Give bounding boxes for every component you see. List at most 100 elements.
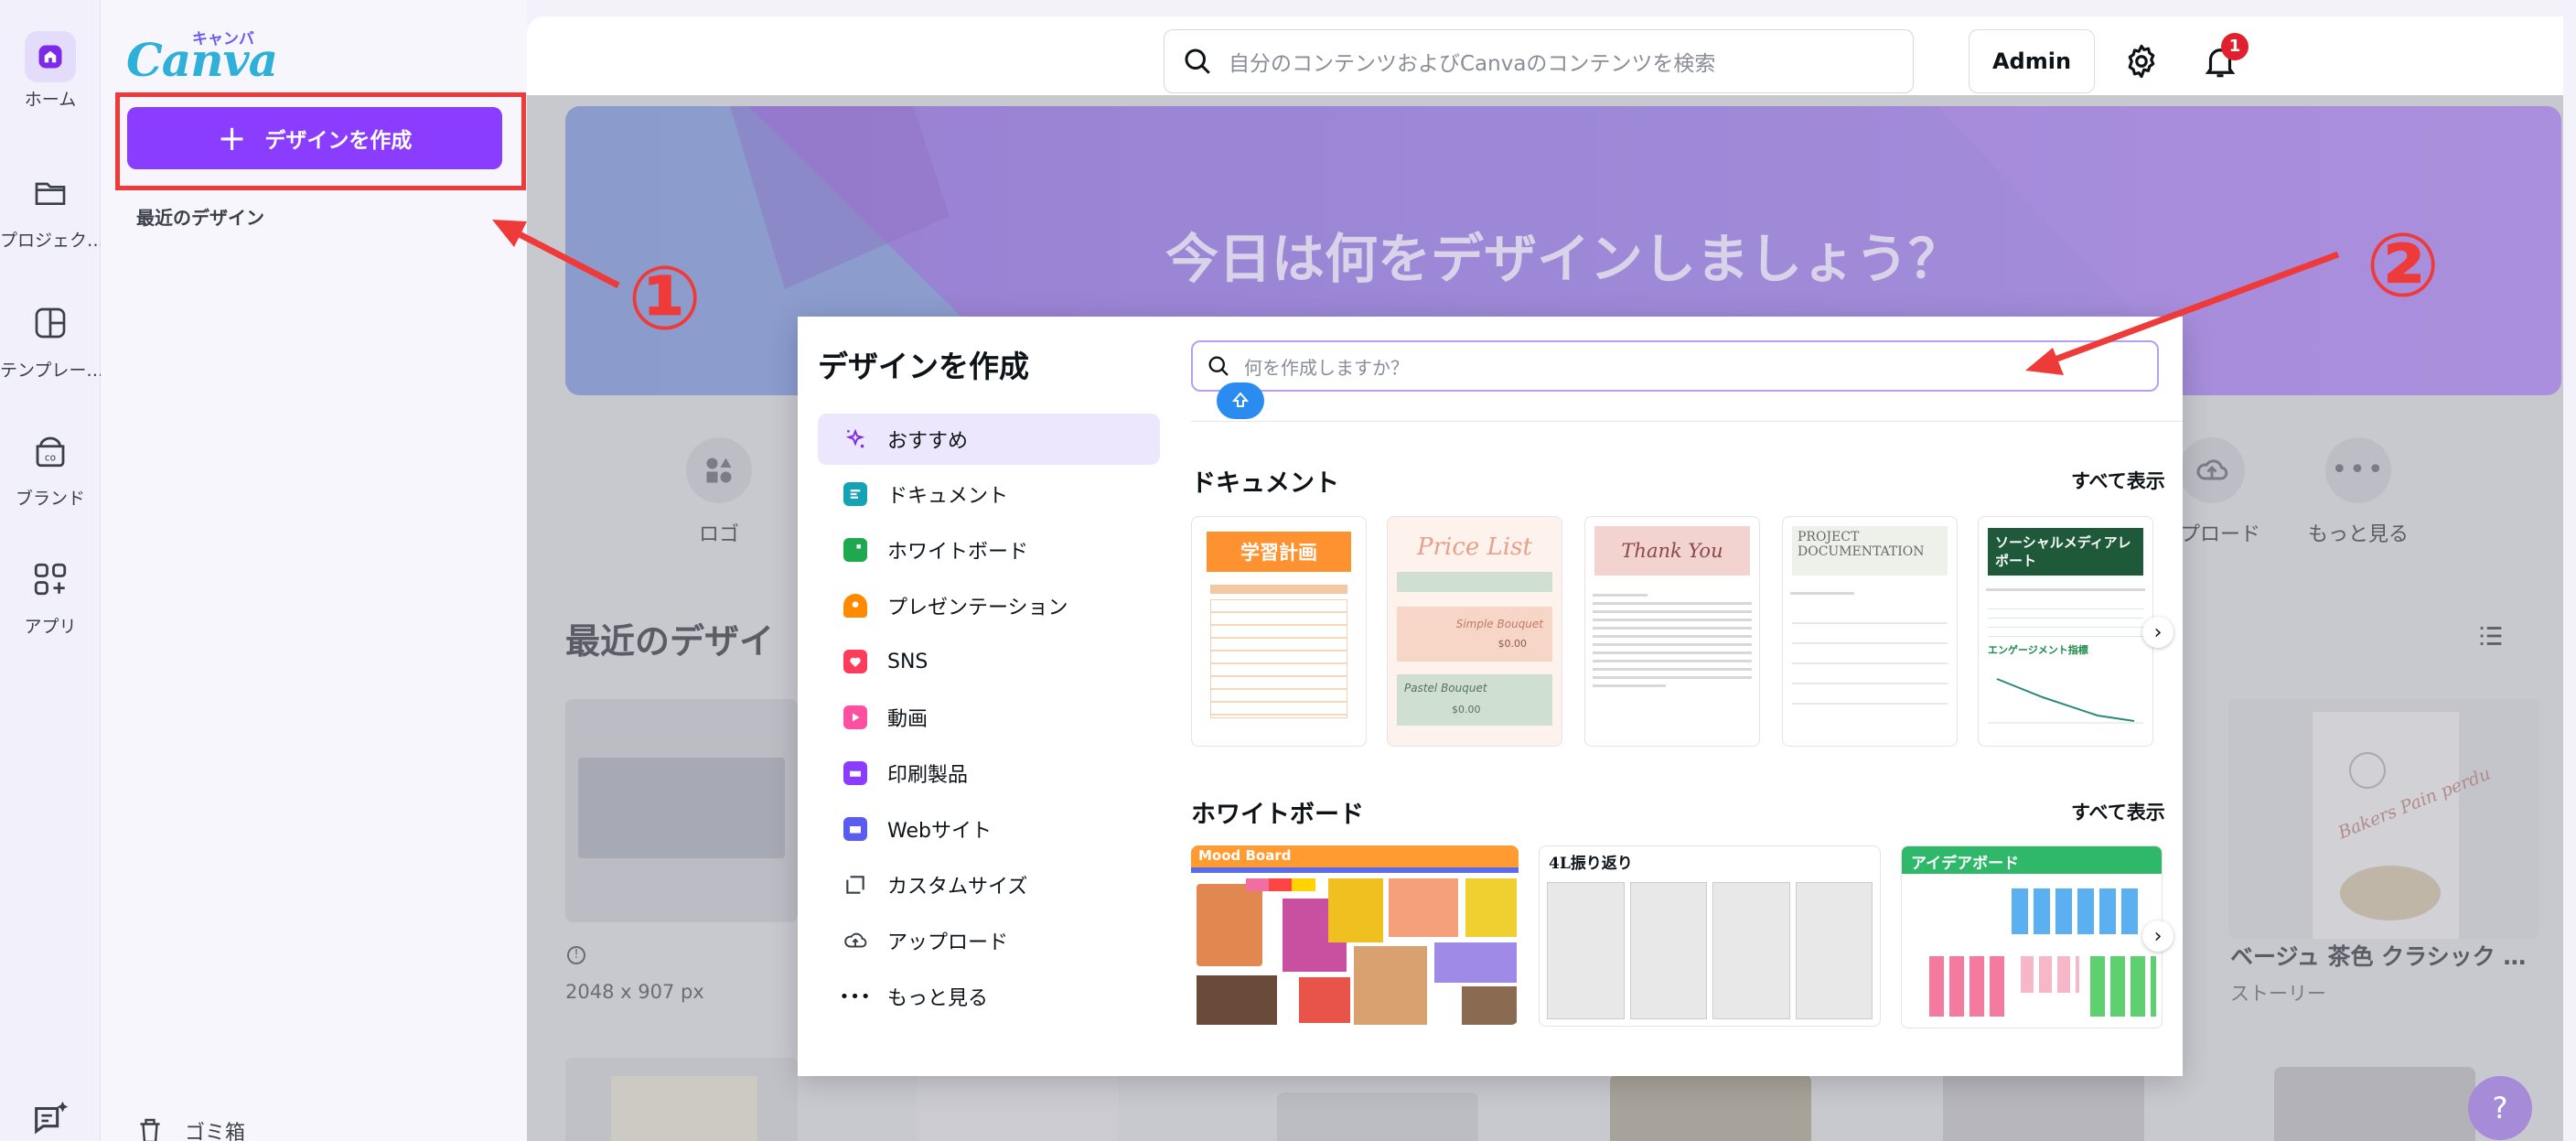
- template-heading: Thank You: [1594, 526, 1750, 576]
- thumbnail-logo: [2349, 752, 2386, 789]
- category-label: Webサイト: [887, 820, 992, 843]
- category-label: 動画: [887, 708, 928, 731]
- upload-shortcut-icon[interactable]: [2179, 437, 2245, 503]
- folder-icon: [20, 163, 80, 223]
- scroll-right-arrow[interactable]: ›: [2142, 617, 2174, 648]
- list-view-icon[interactable]: [2475, 620, 2506, 655]
- search-placeholder: 自分のコンテンツおよびCanvaのコンテンツを検索: [1229, 52, 1716, 76]
- design-thumbnail[interactable]: [917, 1071, 1118, 1141]
- heart-icon: [843, 650, 867, 673]
- apps-icon: [20, 549, 80, 609]
- rail-item-templates[interactable]: テンプレー…: [0, 293, 101, 382]
- admin-button[interactable]: Admin: [1969, 29, 2095, 93]
- search-icon: [1185, 48, 1210, 74]
- design-thumbnail[interactable]: [1943, 1067, 2144, 1141]
- custom-size-icon: [843, 873, 867, 897]
- design-title: ベージュ 茶色 クラシック …: [2230, 943, 2527, 970]
- category-document[interactable]: ドキュメント: [818, 468, 1160, 520]
- rail-label: ホーム: [24, 90, 77, 110]
- shift-key-icon: [1217, 382, 1264, 419]
- template-icon: [20, 293, 80, 353]
- brand-icon: co: [20, 421, 80, 481]
- rail-item-brand[interactable]: co ブランド: [0, 421, 101, 510]
- svg-text:co: co: [45, 453, 56, 464]
- design-thumbnail[interactable]: [565, 1058, 798, 1141]
- category-print[interactable]: 印刷製品: [818, 748, 1160, 799]
- modal-search-input[interactable]: 何を作成しますか？: [1191, 340, 2159, 392]
- annotation-box: [115, 92, 526, 190]
- category-website[interactable]: Webサイト: [818, 803, 1160, 855]
- whiteboards-see-all-link[interactable]: すべて表示: [2071, 798, 2165, 825]
- design-thumbnail[interactable]: [1277, 1093, 1478, 1141]
- template-heading: ソーシャルメディアレポート: [1988, 528, 2143, 576]
- help-label: ?: [2492, 1091, 2508, 1125]
- template-card-mood-board[interactable]: Mood Board: [1191, 845, 1519, 1025]
- create-design-modal: デザインを作成 何を作成しますか？ おすすめ ドキュメント ホワイトボード プレ…: [798, 317, 2183, 1076]
- sparkle-icon: [843, 427, 867, 451]
- documents-see-all-link[interactable]: すべて表示: [2071, 467, 2165, 494]
- thumbnail-script-text: Bakers Pain perdu: [2334, 763, 2494, 844]
- rail-label: テンプレー…: [0, 361, 101, 381]
- template-card-study-plan[interactable]: 学習計画: [1191, 516, 1367, 747]
- trash-item[interactable]: ゴミ箱: [134, 1114, 245, 1141]
- rail-item-apps[interactable]: アプリ: [0, 549, 101, 638]
- design-type: ストーリー: [2230, 983, 2326, 1005]
- print-icon: [843, 761, 867, 785]
- search-bar[interactable]: 自分のコンテンツおよびCanvaのコンテンツを検索: [1164, 29, 1914, 93]
- help-button[interactable]: ?: [2468, 1076, 2532, 1140]
- category-label: SNS: [887, 650, 928, 673]
- settings-icon[interactable]: [2122, 42, 2161, 84]
- notification-icon[interactable]: 1: [2201, 33, 2249, 84]
- category-presentation[interactable]: プレゼンテーション: [818, 580, 1160, 631]
- website-icon: [843, 817, 867, 841]
- design-thumbnail[interactable]: [2274, 1067, 2475, 1141]
- document-icon: [843, 482, 867, 506]
- template-heading: Price List: [1417, 533, 1532, 561]
- category-video[interactable]: 動画: [818, 692, 1160, 743]
- design-thumbnail: [578, 758, 785, 858]
- template-subheading: エンゲージメント指標: [1988, 644, 2088, 656]
- template-card-project-documentation[interactable]: PROJECT DOCUMENTATION: [1782, 516, 1958, 747]
- divider: [1191, 421, 2183, 422]
- category-whiteboard[interactable]: ホワイトボード: [818, 524, 1160, 576]
- category-sns[interactable]: SNS: [818, 636, 1160, 687]
- modal-title: デザインを作成: [818, 349, 1029, 384]
- recent-design-card[interactable]: Bakers Pain perdu: [2228, 699, 2539, 939]
- template-item: Pastel Bouquet: [1404, 682, 1487, 694]
- category-label: おすすめ: [887, 430, 969, 453]
- shortcut-label: もっと見る: [2307, 523, 2409, 546]
- modal-search-placeholder: 何を作成しますか？: [1244, 356, 1409, 379]
- rail-item-projects[interactable]: プロジェク…: [0, 163, 101, 252]
- rail-item-home[interactable]: ホーム: [0, 31, 101, 111]
- template-heading: PROJECT DOCUMENTATION: [1792, 526, 1948, 576]
- annotation-number-2: ②: [2366, 214, 2441, 317]
- canva-logo[interactable]: キャンバ Canva: [126, 24, 278, 87]
- template-card-4l-retro[interactable]: 4L振り返り: [1539, 845, 1881, 1027]
- logo-shortcut-icon[interactable]: [686, 437, 752, 503]
- template-price: $0.00: [1452, 704, 1481, 716]
- template-card-thank-you[interactable]: Thank You: [1584, 516, 1760, 747]
- category-recommended[interactable]: おすすめ: [818, 414, 1160, 465]
- video-icon: [843, 705, 867, 729]
- design-thumbnail[interactable]: [1610, 1074, 1811, 1141]
- hero-title: 今日は何をデザインしましょう？: [1165, 228, 1961, 290]
- recent-heading: 最近のデザイ: [565, 621, 775, 662]
- more-shortcut-icon[interactable]: •••: [2325, 437, 2391, 503]
- template-item: Simple Bouquet: [1455, 618, 1543, 630]
- template-card-idea-board[interactable]: アイデアボード: [1901, 845, 2163, 1028]
- template-card-social-report[interactable]: ソーシャルメディアレポート エンゲージメント指標: [1978, 516, 2153, 747]
- rail-label: プロジェク…: [0, 231, 101, 251]
- category-label: 印刷製品: [887, 764, 969, 787]
- recent-design-card[interactable]: [565, 699, 798, 922]
- magic-chat-icon[interactable]: [29, 1098, 71, 1141]
- rail-label: ブランド: [15, 489, 85, 509]
- trash-label: ゴミ箱: [185, 1122, 246, 1141]
- category-label: ホワイトボード: [887, 541, 1029, 564]
- template-card-price-list[interactable]: Price List Simple Bouquet $0.00 Pastel B…: [1387, 516, 1562, 747]
- category-upload[interactable]: アップロード: [818, 915, 1160, 966]
- more-icon: •••: [839, 986, 872, 1006]
- design-size: 2048 x 907 px: [565, 981, 704, 1003]
- category-custom-size[interactable]: カスタムサイズ: [818, 859, 1160, 910]
- scroll-right-arrow[interactable]: ›: [2142, 920, 2174, 952]
- category-more[interactable]: ••• もっと見る: [818, 971, 1160, 1022]
